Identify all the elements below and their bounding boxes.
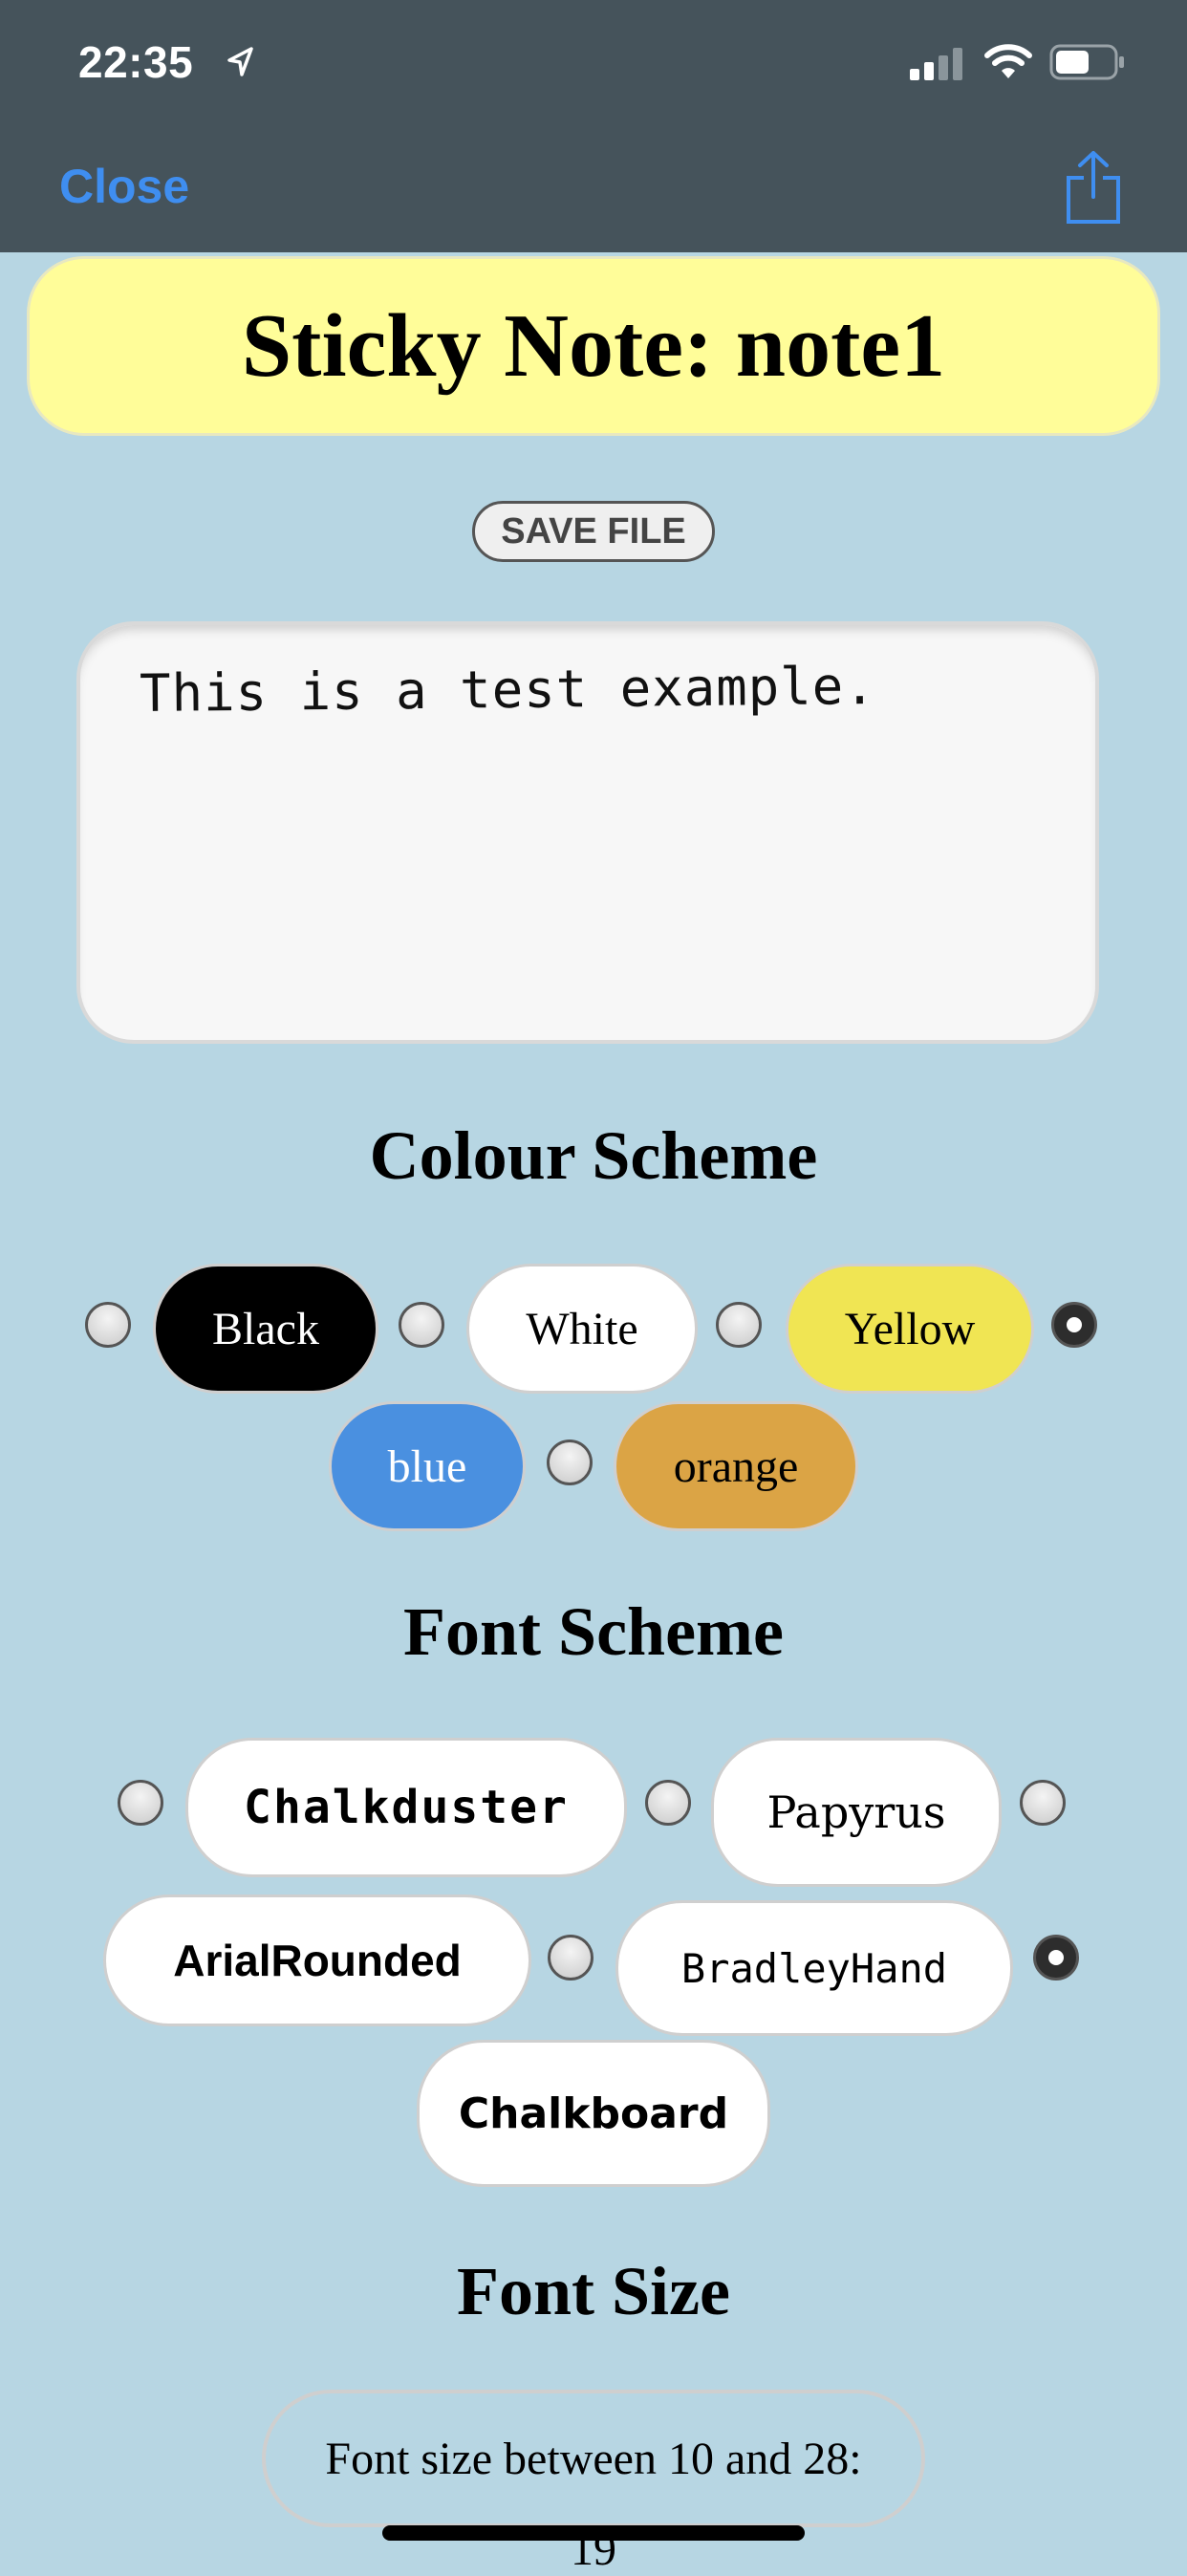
colour-option-label: blue xyxy=(387,1440,467,1492)
radio-font-chalkboard[interactable] xyxy=(1033,1935,1079,1981)
page-title: Sticky Note: note1 xyxy=(241,296,946,396)
colour-option-black[interactable]: Black xyxy=(153,1264,378,1394)
radio-font-bradleyhand[interactable] xyxy=(548,1935,594,1981)
radio-colour-black[interactable] xyxy=(85,1302,131,1348)
font-option-label: BradleyHand xyxy=(680,1944,948,1992)
note-text-area[interactable]: This is a test example. xyxy=(76,621,1099,1044)
font-option-label: Papyrus xyxy=(766,1786,946,1838)
font-size-prompt: Font size between 10 and 28: xyxy=(262,2390,925,2527)
radio-colour-white[interactable] xyxy=(399,1302,444,1348)
colour-option-blue[interactable]: blue xyxy=(329,1401,526,1531)
close-button[interactable]: Close xyxy=(59,159,189,214)
colour-option-yellow[interactable]: Yellow xyxy=(786,1264,1034,1394)
wifi-icon xyxy=(984,44,1032,78)
radio-colour-orange[interactable] xyxy=(547,1440,593,1485)
font-option-label: Chalkboard xyxy=(458,2089,729,2138)
colour-option-label: orange xyxy=(673,1440,799,1492)
radio-font-chalkduster[interactable] xyxy=(118,1780,163,1826)
font-size-prompt-text: Font size between 10 and 28: xyxy=(325,2433,862,2484)
font-option-label: Chalkduster xyxy=(244,1781,569,1834)
colour-option-white[interactable]: White xyxy=(466,1264,698,1394)
save-file-button[interactable]: SAVE FILE xyxy=(472,501,715,562)
font-option-bradleyhand[interactable]: BradleyHand xyxy=(615,1900,1013,2036)
title-banner: Sticky Note: note1 xyxy=(27,256,1160,436)
cellular-signal-icon xyxy=(910,48,962,80)
share-icon[interactable] xyxy=(1063,149,1124,226)
colour-scheme-heading: Colour Scheme xyxy=(369,1117,818,1194)
colour-option-label: Black xyxy=(212,1303,319,1354)
font-option-chalkduster[interactable]: Chalkduster xyxy=(185,1738,627,1877)
radio-colour-yellow[interactable] xyxy=(716,1302,762,1348)
note-text: This is a test example. xyxy=(139,655,877,725)
radio-font-arialrounded[interactable] xyxy=(1020,1780,1066,1826)
colour-option-label: Yellow xyxy=(844,1303,976,1354)
font-option-chalkboard[interactable]: Chalkboard xyxy=(417,2040,770,2187)
radio-colour-blue[interactable] xyxy=(1051,1302,1097,1348)
colour-option-label: White xyxy=(526,1303,638,1354)
colour-option-orange[interactable]: orange xyxy=(614,1401,858,1531)
font-option-papyrus[interactable]: Papyrus xyxy=(711,1738,1002,1887)
location-arrow-icon xyxy=(227,47,253,76)
home-indicator xyxy=(382,2525,805,2541)
status-time: 22:35 xyxy=(78,37,194,87)
font-option-label: ArialRounded xyxy=(173,1936,462,1985)
radio-font-papyrus[interactable] xyxy=(645,1780,691,1826)
font-option-arialrounded[interactable]: ArialRounded xyxy=(103,1894,531,2026)
battery-icon xyxy=(1049,44,1124,80)
font-scheme-heading: Font Scheme xyxy=(403,1593,784,1670)
font-size-heading: Font Size xyxy=(457,2253,730,2329)
